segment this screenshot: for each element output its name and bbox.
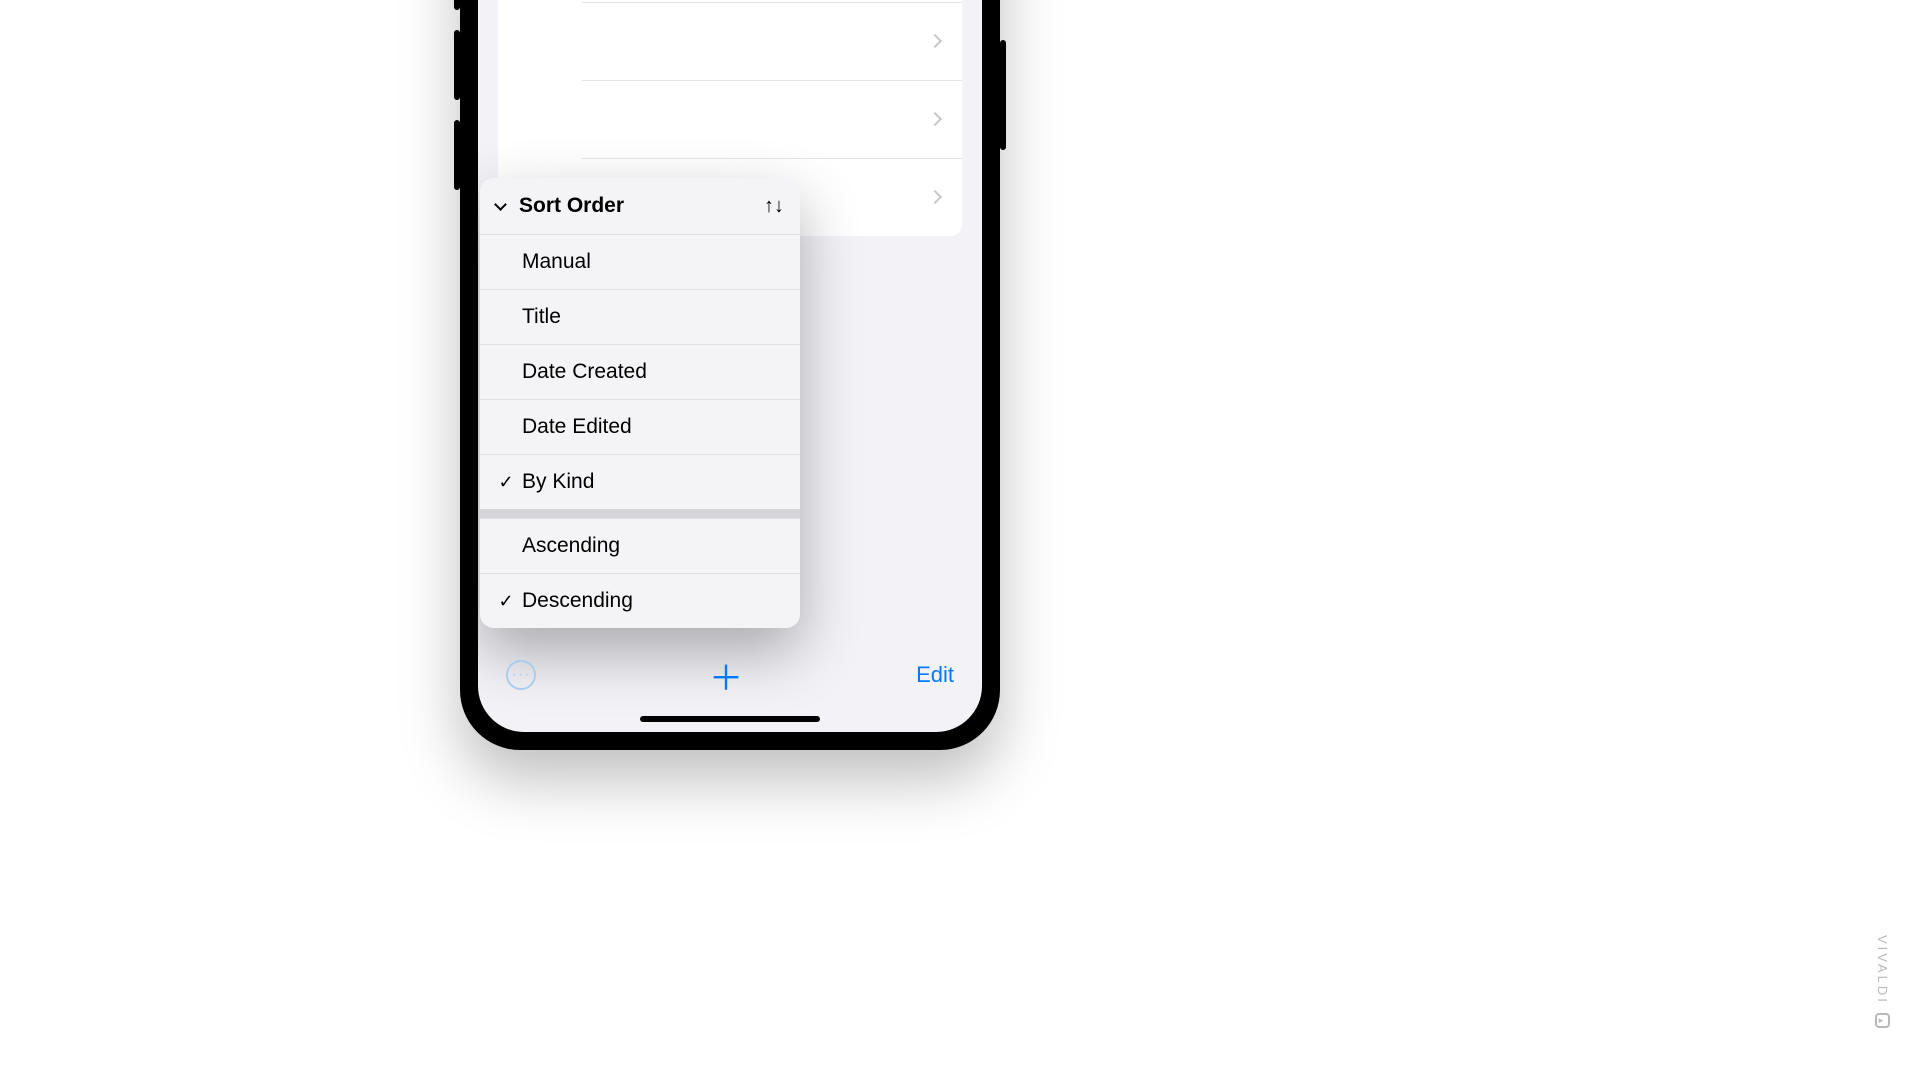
- watermark-text: VIVALDI: [1875, 935, 1890, 1005]
- chevron-right-icon: [928, 112, 942, 126]
- sort-option-manual[interactable]: ✓ Manual: [480, 234, 800, 289]
- more-icon: ···: [512, 666, 531, 684]
- add-button[interactable]: ＋: [536, 651, 916, 700]
- phone-frame: Design related 1 note Learning 24 notes: [460, 0, 1000, 750]
- edit-label: Edit: [916, 662, 954, 687]
- vivaldi-icon: ▸: [1875, 1013, 1890, 1028]
- menu-item-label: Manual: [522, 250, 591, 274]
- watermark: VIVALDI ▸: [1875, 935, 1890, 1028]
- screen: Design related 1 note Learning 24 notes: [478, 0, 982, 732]
- sort-option-date-created[interactable]: ✓ Date Created: [480, 344, 800, 399]
- check-icon: ✓: [496, 591, 516, 612]
- sort-direction-ascending[interactable]: ✓ Ascending: [480, 518, 800, 573]
- plus-icon: ＋: [709, 660, 743, 698]
- check-icon: ✓: [496, 472, 516, 493]
- sort-order-menu: Sort Order ↑↓ ✓ Manual ✓ Title ✓ Date Cr…: [480, 178, 800, 628]
- chevron-down-icon: [494, 198, 507, 211]
- menu-item-label: Date Edited: [522, 415, 632, 439]
- sort-order-title: Sort Order: [519, 194, 624, 218]
- side-button: [454, 30, 460, 100]
- edit-button[interactable]: Edit: [916, 662, 954, 688]
- sort-direction-descending[interactable]: ✓ Descending: [480, 573, 800, 628]
- menu-item-label: Date Created: [522, 360, 647, 384]
- home-indicator: [640, 716, 820, 722]
- sort-option-date-edited[interactable]: ✓ Date Edited: [480, 399, 800, 454]
- side-button: [454, 0, 460, 10]
- menu-item-label: Title: [522, 305, 561, 329]
- side-button: [454, 120, 460, 190]
- sort-option-title[interactable]: ✓ Title: [480, 289, 800, 344]
- sort-option-by-kind[interactable]: ✓ By Kind: [480, 454, 800, 509]
- side-button: [1000, 40, 1006, 150]
- menu-separator: [480, 509, 800, 518]
- sort-direction-icon: ↑↓: [764, 195, 784, 218]
- menu-item-label: Ascending: [522, 534, 620, 558]
- menu-item-label: By Kind: [522, 470, 594, 494]
- folder-row[interactable]: [498, 2, 962, 80]
- menu-item-label: Descending: [522, 589, 633, 613]
- more-button[interactable]: ···: [506, 660, 536, 690]
- folder-row[interactable]: [498, 80, 962, 158]
- sort-order-header[interactable]: Sort Order ↑↓: [480, 178, 800, 234]
- chevron-right-icon: [928, 190, 942, 204]
- chevron-right-icon: [928, 34, 942, 48]
